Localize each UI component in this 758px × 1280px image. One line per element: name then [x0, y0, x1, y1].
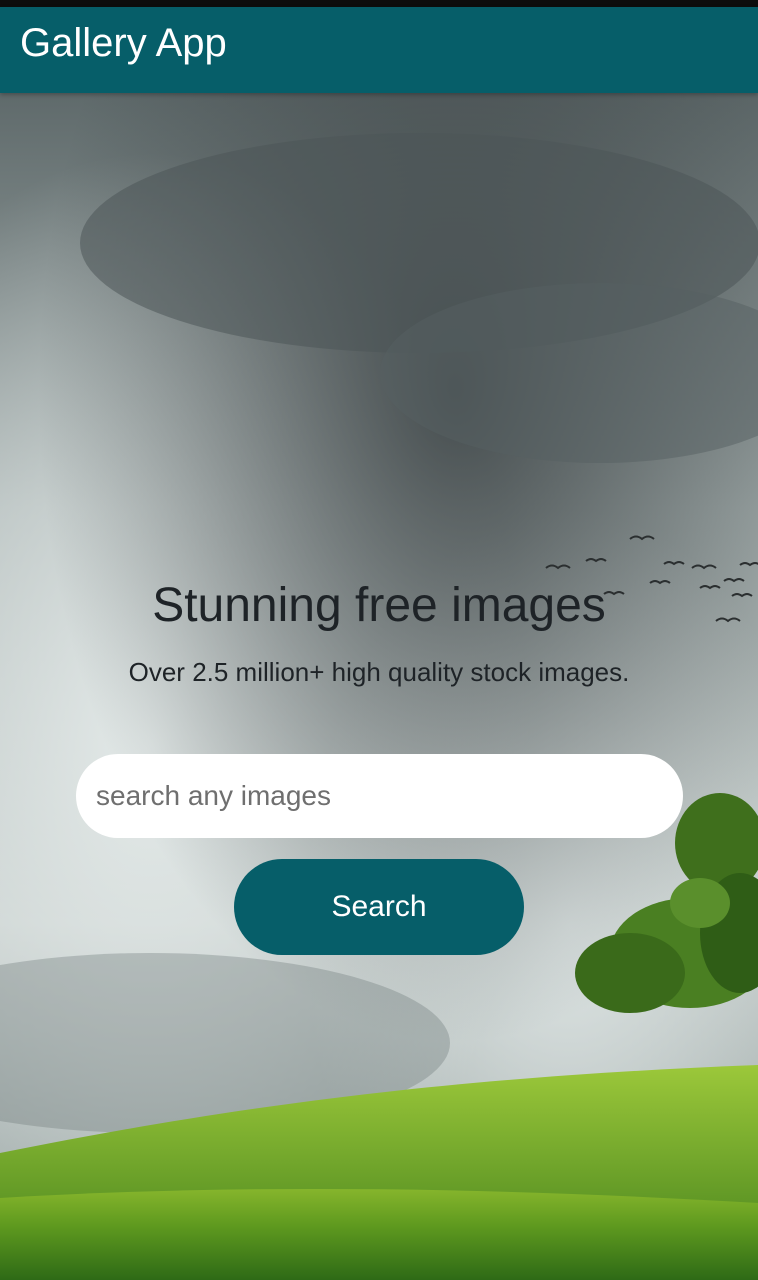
app-bar: Gallery App — [0, 7, 758, 93]
app-title: Gallery App — [20, 21, 227, 65]
status-bar — [0, 0, 758, 7]
search-button[interactable]: Search — [234, 859, 524, 955]
subheadline: Over 2.5 million+ high quality stock ima… — [128, 657, 630, 687]
headline: Stunning free images — [152, 579, 606, 632]
search-input[interactable] — [76, 754, 683, 838]
hero-section: Stunning free images Over 2.5 million+ h… — [0, 93, 758, 1280]
